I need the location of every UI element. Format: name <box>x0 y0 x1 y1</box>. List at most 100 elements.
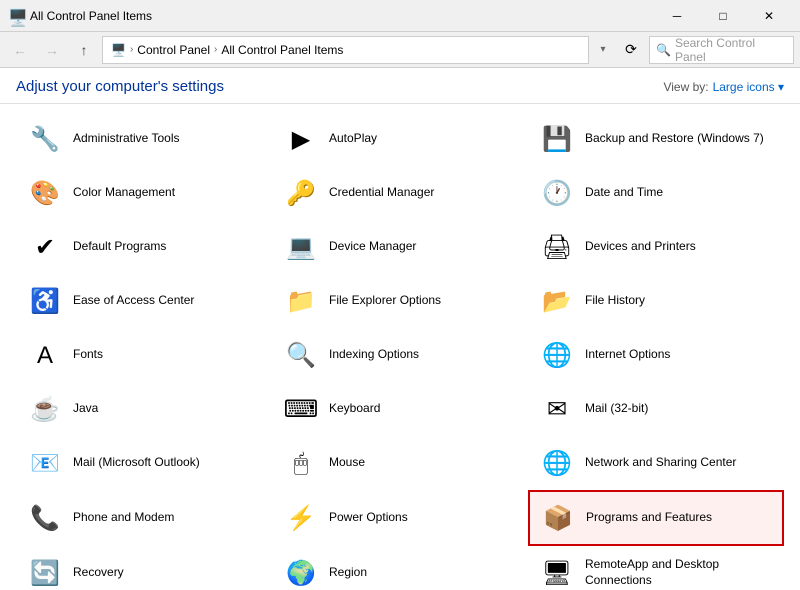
page-title: Adjust your computer's settings <box>16 78 224 95</box>
search-placeholder: Search Control Panel <box>675 36 787 64</box>
item-keyboard[interactable]: ⌨ Keyboard <box>272 382 528 436</box>
item-label-mouse: Mouse <box>329 455 365 471</box>
svg-text:⚡: ⚡ <box>286 504 316 532</box>
svg-text:🌐: 🌐 <box>542 341 572 369</box>
address-input[interactable]: 🖥️ › Control Panel › All Control Panel I… <box>102 36 589 64</box>
item-device-manager[interactable]: 💻Device Manager <box>272 220 528 274</box>
items-area: 🔧Administrative Tools ▶ AutoPlay 💾 Backup an… <box>0 104 800 590</box>
item-mail-32bit[interactable]: ✉ Mail (32-bit) <box>528 382 784 436</box>
item-file-explorer[interactable]: 📁File Explorer Options <box>272 274 528 328</box>
item-java[interactable]: ☕Java <box>16 382 272 436</box>
svg-text:🌍: 🌍 <box>286 559 316 587</box>
item-phone-modem[interactable]: 📞Phone and Modem <box>16 490 272 546</box>
item-icon-network-sharing: 🌐 <box>537 443 577 483</box>
item-ease-access[interactable]: ♿Ease of Access Center <box>16 274 272 328</box>
breadcrumb-item-2: All Control Panel Items <box>221 43 343 57</box>
svg-text:♿: ♿ <box>30 287 60 315</box>
item-icon-devices-printers: 🖨 <box>537 227 577 267</box>
item-network-sharing[interactable]: 🌐 Network and Sharing Center <box>528 436 784 490</box>
item-internet-options[interactable]: 🌐 Internet Options <box>528 328 784 382</box>
forward-button[interactable]: → <box>38 36 66 64</box>
item-color-management[interactable]: 🎨Color Management <box>16 166 272 220</box>
item-icon-fonts: A <box>25 335 65 375</box>
item-indexing[interactable]: 🔍 Indexing Options <box>272 328 528 382</box>
close-button[interactable]: ✕ <box>746 0 792 32</box>
view-by-value[interactable]: Large icons ▾ <box>713 80 784 94</box>
item-fonts[interactable]: A Fonts <box>16 328 272 382</box>
title-bar: 🖥️ All Control Panel Items ─ □ ✕ <box>0 0 800 32</box>
title-bar-controls: ─ □ ✕ <box>654 0 792 32</box>
item-label-remote-app: RemoteApp and Desktop Connections <box>585 557 775 588</box>
svg-text:☕: ☕ <box>30 394 60 423</box>
item-mail-outlook[interactable]: 📧Mail (Microsoft Outlook) <box>16 436 272 490</box>
item-programs-features[interactable]: 📦 Programs and Features <box>528 490 784 546</box>
item-devices-printers[interactable]: 🖨Devices and Printers <box>528 220 784 274</box>
svg-text:💾: 💾 <box>542 125 572 153</box>
back-button[interactable]: ← <box>6 36 34 64</box>
item-admin-tools[interactable]: 🔧Administrative Tools <box>16 112 272 166</box>
refresh-button[interactable]: ⟳ <box>617 36 645 64</box>
item-label-credential-manager: Credential Manager <box>329 185 434 201</box>
items-grid: 🔧Administrative Tools ▶ AutoPlay 💾 Backup an… <box>16 112 784 590</box>
item-region[interactable]: 🌍 Region <box>272 546 528 590</box>
title-bar-text: All Control Panel Items <box>30 9 654 23</box>
item-remote-app[interactable]: 🖥 RemoteApp and Desktop Connections <box>528 546 784 590</box>
item-credential-manager[interactable]: 🔑 Credential Manager <box>272 166 528 220</box>
item-mouse[interactable]: 🖱 Mouse <box>272 436 528 490</box>
item-label-recovery: Recovery <box>73 565 124 581</box>
svg-text:🖨: 🖨 <box>542 234 572 261</box>
item-icon-recovery: 🔄 <box>25 553 65 590</box>
svg-text:📂: 📂 <box>542 288 572 315</box>
item-icon-mail-32bit: ✉ <box>537 389 577 429</box>
search-icon: 🔍 <box>656 43 671 57</box>
minimize-button[interactable]: ─ <box>654 0 700 32</box>
item-label-keyboard: Keyboard <box>329 401 380 417</box>
svg-text:🎨: 🎨 <box>30 178 60 207</box>
breadcrumb-item-1: Control Panel <box>137 43 210 57</box>
item-icon-region: 🌍 <box>281 553 321 590</box>
item-autoplay[interactable]: ▶ AutoPlay <box>272 112 528 166</box>
item-icon-credential-manager: 🔑 <box>281 173 321 213</box>
item-label-indexing: Indexing Options <box>329 347 419 363</box>
item-label-autoplay: AutoPlay <box>329 131 377 147</box>
item-backup-restore[interactable]: 💾 Backup and Restore (Windows 7) <box>528 112 784 166</box>
item-icon-mail-outlook: 📧 <box>25 443 65 483</box>
svg-text:✔: ✔ <box>35 234 55 261</box>
view-by-label: View by: <box>663 80 708 94</box>
item-default-programs[interactable]: ✔ Default Programs <box>16 220 272 274</box>
maximize-button[interactable]: □ <box>700 0 746 32</box>
item-label-fonts: Fonts <box>73 347 103 363</box>
svg-text:🔄: 🔄 <box>30 559 60 587</box>
item-power-options[interactable]: ⚡ Power Options <box>272 490 528 546</box>
item-label-default-programs: Default Programs <box>73 239 166 255</box>
item-icon-programs-features: 📦 <box>538 498 578 538</box>
up-button[interactable]: ↑ <box>70 36 98 64</box>
item-date-time[interactable]: 🕐Date and Time <box>528 166 784 220</box>
item-label-mail-32bit: Mail (32-bit) <box>585 401 648 417</box>
item-icon-autoplay: ▶ <box>281 119 321 159</box>
item-label-backup-restore: Backup and Restore (Windows 7) <box>585 131 764 147</box>
item-label-admin-tools: Administrative Tools <box>73 131 180 147</box>
item-icon-keyboard: ⌨ <box>281 389 321 429</box>
search-box[interactable]: 🔍 Search Control Panel <box>649 36 794 64</box>
item-icon-internet-options: 🌐 <box>537 335 577 375</box>
item-label-network-sharing: Network and Sharing Center <box>585 455 736 471</box>
svg-text:▶: ▶ <box>292 126 311 153</box>
item-label-power-options: Power Options <box>329 510 408 526</box>
item-icon-device-manager: 💻 <box>281 227 321 267</box>
item-label-internet-options: Internet Options <box>585 347 670 363</box>
item-icon-ease-access: ♿ <box>25 281 65 321</box>
svg-text:💻: 💻 <box>286 234 316 261</box>
item-recovery[interactable]: 🔄 Recovery <box>16 546 272 590</box>
svg-text:📦: 📦 <box>543 504 573 532</box>
item-label-region: Region <box>329 565 367 581</box>
item-icon-remote-app: 🖥 <box>537 553 577 590</box>
content-header: Adjust your computer's settings View by:… <box>0 68 800 104</box>
item-file-history[interactable]: 📂File History <box>528 274 784 328</box>
item-icon-power-options: ⚡ <box>281 498 321 538</box>
item-icon-mouse: 🖱 <box>281 443 321 483</box>
address-chevron[interactable]: ▾ <box>593 36 613 64</box>
item-label-programs-features: Programs and Features <box>586 510 712 526</box>
item-icon-indexing: 🔍 <box>281 335 321 375</box>
item-icon-backup-restore: 💾 <box>537 119 577 159</box>
